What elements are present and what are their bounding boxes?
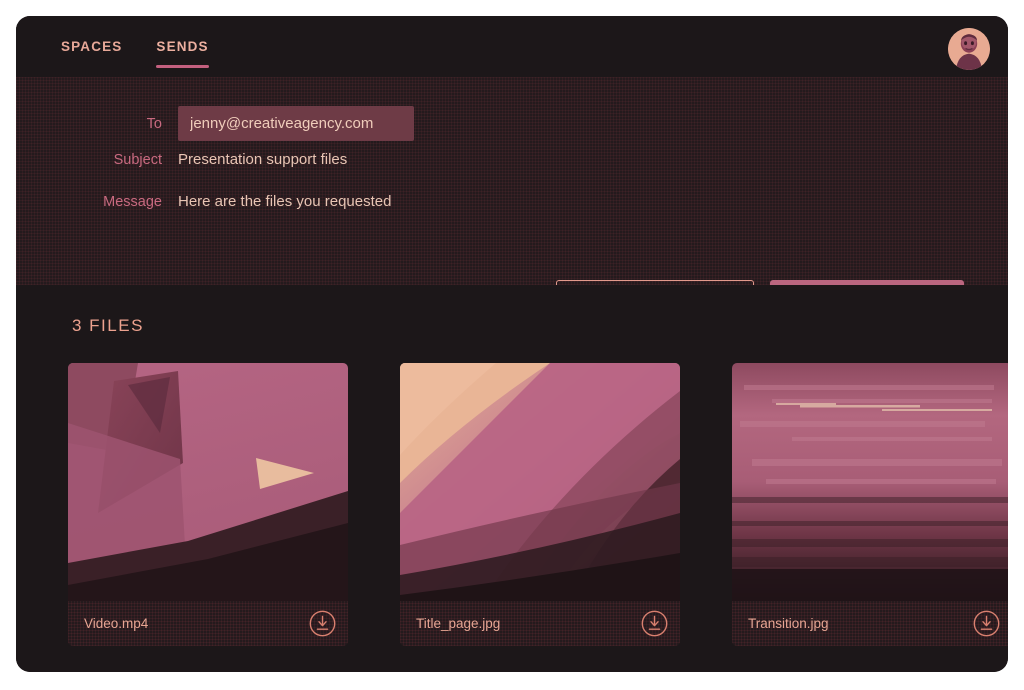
send-details-panel: To Subject Presentation support files Me… <box>16 77 1008 317</box>
tab-sends-label: SENDS <box>156 39 209 54</box>
app-window: SPACES SENDS To Subject <box>16 16 1008 672</box>
files-section: 3 FILES Video.mp4 Title_page.jpg Transit… <box>16 285 1008 672</box>
file-card-footer: Video.mp4 <box>68 601 348 646</box>
files-count-label: 3 FILES <box>72 316 144 335</box>
tab-spaces-label: SPACES <box>61 39 123 54</box>
avatar[interactable] <box>948 28 990 70</box>
file-card-footer: Transition.jpg <box>732 601 1008 646</box>
file-card[interactable]: Video.mp4 <box>68 363 348 646</box>
file-name: Title_page.jpg <box>416 616 501 631</box>
to-input[interactable] <box>178 106 414 141</box>
file-name: Video.mp4 <box>84 616 149 631</box>
file-card-footer: Title_page.jpg <box>400 601 680 646</box>
nav-tab-list: SPACES SENDS <box>61 16 209 77</box>
top-navigation-bar: SPACES SENDS <box>16 16 1008 77</box>
message-field-row: Message Here are the files you requested <box>16 193 391 210</box>
file-thumbnail-abstract-geometric <box>68 363 348 601</box>
file-thumbnail-horizontal-streaks <box>732 363 1008 601</box>
subject-value: Presentation support files <box>178 151 348 168</box>
download-file-icon[interactable] <box>309 610 336 637</box>
message-label: Message <box>103 193 162 210</box>
subject-field-row: Subject Presentation support files <box>16 151 348 168</box>
subject-label: Subject <box>113 151 162 168</box>
file-card[interactable]: Transition.jpg <box>732 363 1008 646</box>
file-grid: Video.mp4 Title_page.jpg Transition.jpg <box>68 363 1008 646</box>
file-name: Transition.jpg <box>748 616 829 631</box>
download-file-icon[interactable] <box>641 610 668 637</box>
download-file-icon[interactable] <box>973 610 1000 637</box>
message-value: Here are the files you requested <box>178 193 392 210</box>
file-thumbnail-curved-gradient <box>400 363 680 601</box>
to-field-row: To <box>16 106 414 141</box>
file-card[interactable]: Title_page.jpg <box>400 363 680 646</box>
avatar-photo-icon <box>948 28 990 70</box>
tab-sends[interactable]: SENDS <box>156 16 209 77</box>
tab-spaces[interactable]: SPACES <box>61 16 122 77</box>
to-label: To <box>146 115 162 132</box>
